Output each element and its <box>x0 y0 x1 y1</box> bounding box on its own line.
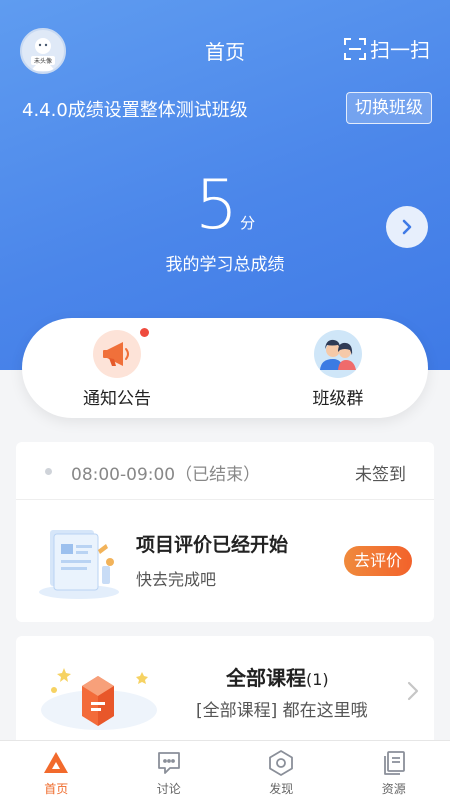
evaluation-title: 项目评价已经开始 <box>136 534 289 556</box>
avatar-placeholder-icon: 未头像 <box>23 31 63 71</box>
tab-discussion-label: 讨论 <box>156 782 181 796</box>
schedule-row[interactable]: 08:00-09:00（已结束） 未签到 <box>16 442 434 500</box>
switch-class-button[interactable]: 切换班级 <box>346 92 432 124</box>
total-score[interactable]: 5分 <box>0 168 450 244</box>
courses-subtitle: [全部课程] 都在这里哦 <box>196 701 368 721</box>
chevron-right-icon <box>407 681 419 701</box>
class-name: 4.4.0成绩设置整体测试班级 <box>22 100 248 121</box>
chevron-right-icon <box>402 219 412 235</box>
scan-icon <box>344 37 366 60</box>
tab-home-label: 首页 <box>44 782 69 796</box>
tab-discussion[interactable]: 讨论 <box>113 741 226 800</box>
course-count: (1) <box>306 670 329 689</box>
resources-icon <box>383 751 405 775</box>
notice-label: 通知公告 <box>83 389 151 409</box>
courses-title: 全部课程(1) <box>226 666 329 690</box>
timeline-dot <box>45 468 52 475</box>
class-group-label: 班级群 <box>312 389 364 409</box>
bottom-tab-bar: 首页 讨论 发现 资源 <box>0 740 450 800</box>
discussion-icon <box>157 752 180 774</box>
courses-illustration <box>41 668 157 730</box>
svg-text:未头像: 未头像 <box>34 57 52 65</box>
scan-button[interactable]: 扫一扫 <box>344 34 430 63</box>
score-detail-button[interactable] <box>386 206 428 248</box>
home-icon <box>44 752 69 773</box>
evaluation-subtitle: 快去完成吧 <box>136 570 217 589</box>
score-value: 5 <box>194 166 239 245</box>
discover-icon <box>269 750 294 776</box>
go-evaluate-button[interactable]: 去评价 <box>343 546 412 576</box>
schedule-card: 08:00-09:00（已结束） 未签到 项目评价已经开始 快去完成吧 去评价 <box>16 442 434 622</box>
tab-resources-label: 资源 <box>381 782 406 796</box>
tab-discover-label: 发现 <box>269 782 294 796</box>
score-unit: 分 <box>240 214 256 232</box>
tab-home[interactable]: 首页 <box>0 741 113 800</box>
notification-badge <box>140 328 149 337</box>
megaphone-icon <box>93 328 149 378</box>
notice-button[interactable]: 通知公告 <box>57 328 177 409</box>
class-group-button[interactable]: 班级群 <box>278 330 398 409</box>
evaluation-illustration <box>39 530 119 599</box>
all-courses-card[interactable]: 全部课程(1) [全部课程] 都在这里哦 <box>16 636 434 746</box>
sign-in-status: 未签到 <box>355 465 406 485</box>
avatar[interactable]: 未头像 <box>20 28 66 74</box>
schedule-time: 08:00-09:00（已结束） <box>71 465 261 485</box>
tab-discover[interactable]: 发现 <box>225 741 338 800</box>
group-chat-icon <box>314 330 362 378</box>
scan-label: 扫一扫 <box>370 38 430 62</box>
tab-resources[interactable]: 资源 <box>338 741 450 800</box>
quick-actions-card: 通知公告 班级群 <box>22 318 428 418</box>
score-label: 我的学习总成绩 <box>165 255 285 275</box>
